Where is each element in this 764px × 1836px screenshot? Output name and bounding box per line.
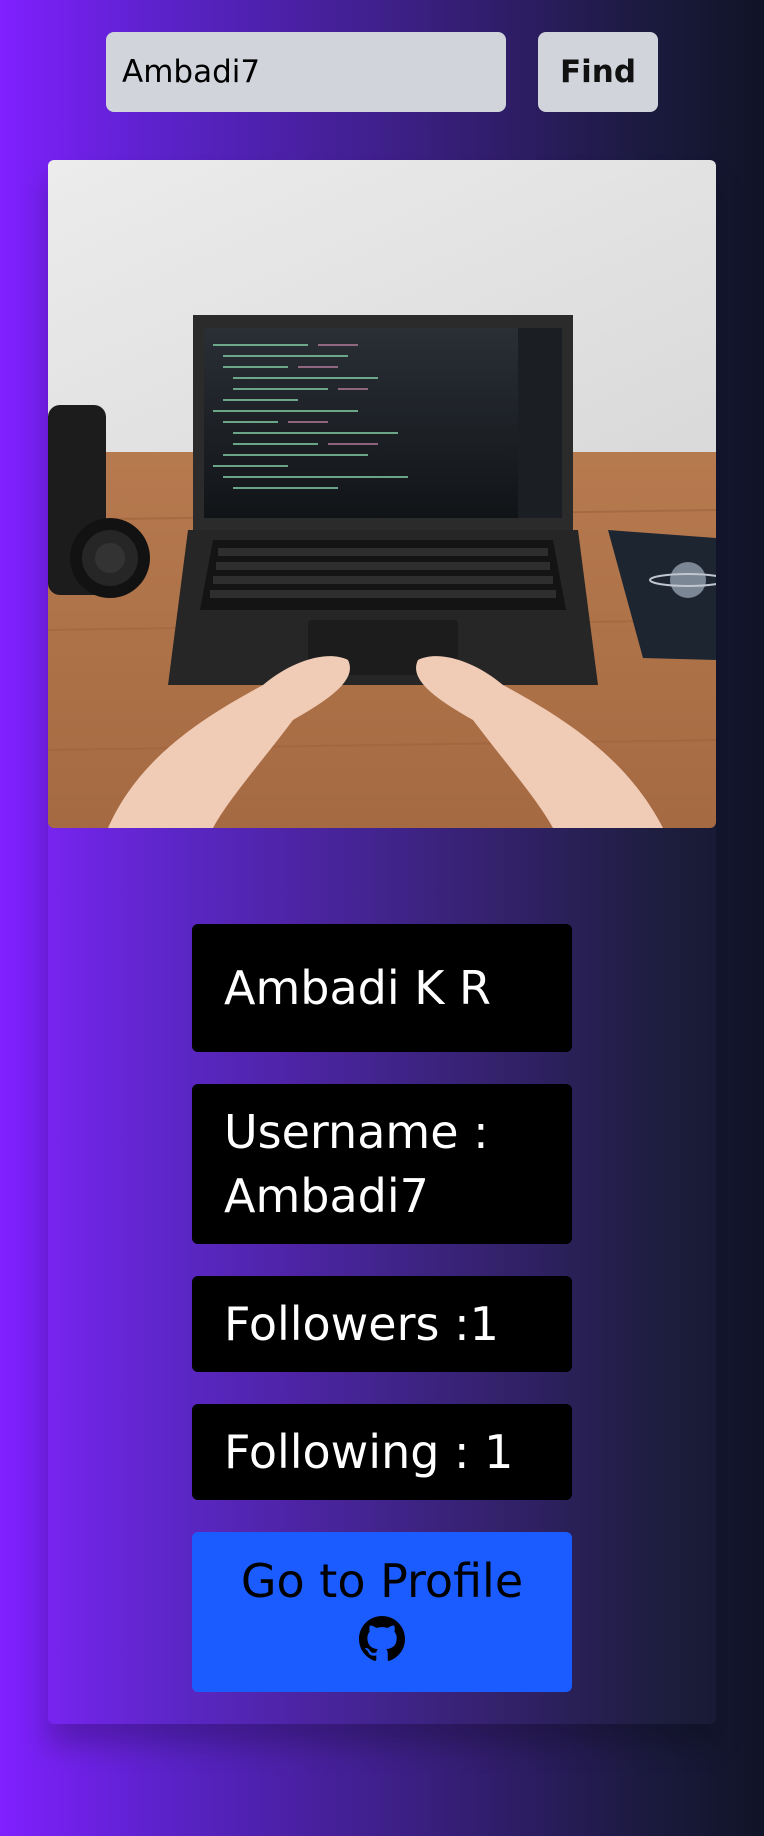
- github-icon: [359, 1616, 405, 1661]
- search-input[interactable]: [106, 32, 506, 112]
- search-bar: Find: [106, 32, 658, 112]
- following-box: Following : 1: [192, 1404, 572, 1500]
- profile-photo: [48, 160, 716, 828]
- profile-username-box: Username : Ambadi7: [192, 1084, 572, 1244]
- profile-name-box: Ambadi K R: [192, 924, 572, 1052]
- profile-card: Ambadi K R Username : Ambadi7 Followers :…: [48, 160, 716, 1724]
- username-value: Ambadi7: [224, 1169, 429, 1223]
- followers-box: Followers :1: [192, 1276, 572, 1372]
- username-label: Username :: [224, 1105, 489, 1159]
- go-to-profile-label: Go to Profile: [240, 1554, 524, 1608]
- find-button[interactable]: Find: [538, 32, 658, 112]
- followers-text: Followers :1: [224, 1297, 499, 1351]
- following-text: Following : 1: [224, 1425, 514, 1479]
- profile-username-text: Username : Ambadi7: [224, 1100, 489, 1228]
- go-to-profile-button[interactable]: Go to Profile: [192, 1532, 572, 1692]
- profile-name: Ambadi K R: [224, 961, 492, 1015]
